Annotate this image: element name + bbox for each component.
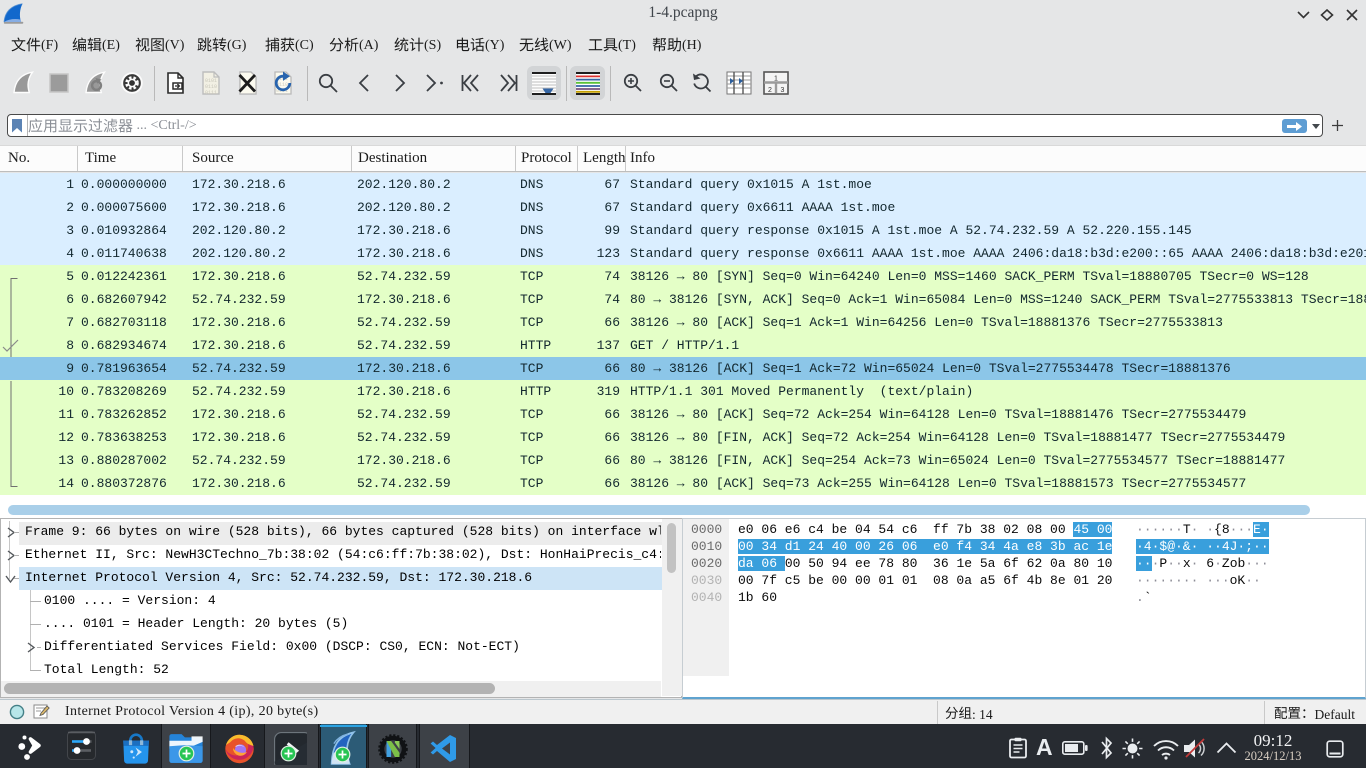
svg-text:3: 3 — [781, 87, 785, 94]
svg-text:1: 1 — [774, 76, 778, 83]
svg-text:0111: 0111 — [205, 90, 217, 96]
svg-text:2: 2 — [768, 87, 772, 94]
